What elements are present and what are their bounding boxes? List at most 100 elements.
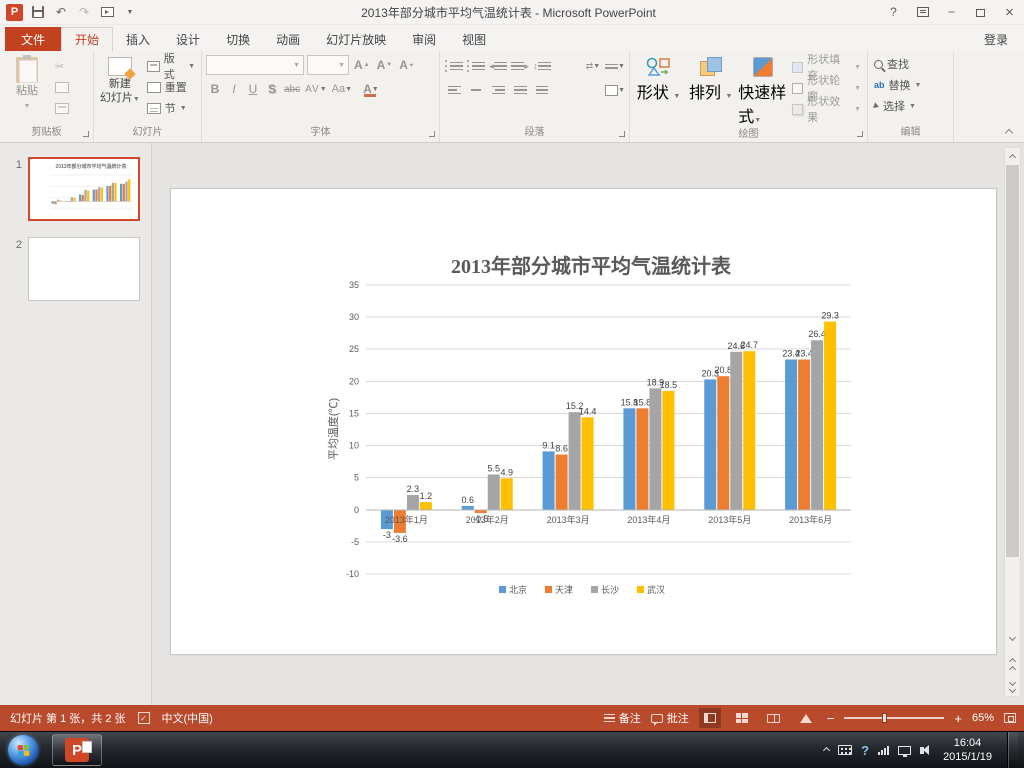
shape-effects-button[interactable]: 形状效果 ▼ [790,96,863,124]
grow-font-button[interactable]: A ▲ [352,55,372,75]
zoom-out-button[interactable]: − [827,712,835,725]
replace-button[interactable]: ab 替换 ▼ [872,76,949,94]
normal-view-button[interactable] [698,708,721,728]
clear-formatting-button[interactable]: A ✦ [397,55,416,75]
bar-武汉-3[interactable] [662,390,675,510]
restore-button[interactable] [966,0,995,24]
bar-武汉-1[interactable] [500,478,513,510]
redo-button[interactable]: ↷ [76,4,92,20]
justify-button[interactable] [510,80,530,100]
line-spacing-button[interactable]: ↕ [532,56,552,76]
slide-thumbnail-2[interactable] [28,237,140,301]
start-button[interactable] [8,735,38,765]
taskbar-clock[interactable]: 16:04 2015/1/19 [937,736,998,765]
bar-天津-5[interactable] [798,359,811,510]
new-slide-button[interactable]: 新建 幻灯片▼ [98,55,142,125]
bar-武汉-2[interactable] [581,417,594,510]
zoom-in-button[interactable]: + [954,712,962,725]
slide-sorter-view-button[interactable] [731,708,753,728]
volume-tray-icon[interactable] [920,744,930,755]
shapes-button[interactable]: 形状 ▼ [634,55,683,127]
shrink-font-button[interactable]: A ▼ [375,55,395,75]
reading-view-button[interactable] [763,708,785,728]
tab-design[interactable]: 设计 [163,27,213,51]
customize-qat-button[interactable]: ▼ [122,4,138,20]
copy-button[interactable] [53,78,71,96]
underline-button[interactable]: U [244,79,262,99]
slide-thumbnail-1[interactable]: 2013年部分城市平均气温统计表 [28,157,140,221]
columns-button[interactable] [532,80,552,100]
save-button[interactable] [30,4,46,20]
tab-file[interactable]: 文件 [5,27,62,51]
bar-长沙-4[interactable] [730,351,743,510]
minimize-button[interactable]: − [937,0,966,24]
bar-长沙-1[interactable] [487,474,500,510]
scroll-down-button[interactable] [1005,631,1020,646]
text-direction-button[interactable]: ⇄ ▼ [583,56,603,76]
taskbar-powerpoint-button[interactable]: P [52,734,102,766]
start-slideshow-button[interactable] [99,4,115,20]
show-desktop-button[interactable] [1007,731,1018,768]
previous-slide-button[interactable] [1005,656,1020,673]
cut-button[interactable]: ✂ [53,57,71,75]
slideshow-view-button[interactable] [795,708,817,728]
signal-tray-icon[interactable] [878,745,890,755]
slide-chart[interactable]: 2013年部分城市平均气温统计表 -10 -5 0 5 10 15 20 25 30 35 平均温度(… [171,189,998,656]
next-slide-button[interactable] [1005,678,1020,694]
section-button[interactable]: 节 ▼ [145,99,197,117]
slide-canvas[interactable]: 2013年部分城市平均气温统计表 -10 -5 0 5 10 15 20 25 30 35 平均温度(… [170,188,997,655]
italic-button[interactable]: I [225,79,243,99]
align-center-button[interactable] [466,80,486,100]
bar-北京-3[interactable] [623,408,636,510]
paragraph-dialog-launcher[interactable] [617,129,627,139]
tab-insert[interactable]: 插入 [113,27,163,51]
language-indicator[interactable]: 中文(中国) [162,710,213,726]
text-shadow-button[interactable]: S [263,79,281,99]
help-tray-icon[interactable]: ? [861,743,869,758]
bar-天津-2[interactable] [555,454,568,510]
keyboard-tray-icon[interactable] [838,745,853,755]
fit-to-window-button[interactable] [1004,713,1016,723]
bar-北京-4[interactable] [704,379,717,510]
help-button[interactable]: ? [879,0,908,24]
convert-smartart-button[interactable]: ▼ [605,80,625,100]
zoom-level[interactable]: 65% [972,712,994,724]
bar-武汉-0[interactable] [419,502,432,510]
find-button[interactable]: 查找 [872,55,949,73]
sign-in-button[interactable]: 登录 [984,27,1024,51]
bold-button[interactable]: B [206,79,224,99]
align-left-button[interactable] [444,80,464,100]
quick-styles-button[interactable]: 快速样式▼ [738,55,787,127]
increase-indent-button[interactable]: ▸ [510,56,530,76]
layout-button[interactable]: 版式 ▼ [145,53,197,81]
tab-home[interactable]: 开始 [61,27,114,51]
align-right-button[interactable] [488,80,508,100]
reset-button[interactable]: 重置 [145,78,197,96]
align-text-button[interactable]: ▼ [605,56,625,76]
close-button[interactable]: × [995,0,1024,24]
scrollbar-thumb[interactable] [1006,165,1019,557]
scroll-up-button[interactable] [1005,148,1020,163]
network-tray-icon[interactable] [898,745,912,757]
bar-武汉-4[interactable] [743,351,756,510]
bar-北京-1[interactable] [461,505,474,510]
font-name-combobox[interactable]: ▼ [206,55,304,75]
spellcheck-icon[interactable]: ✓ [137,712,150,724]
bullets-button[interactable] [444,56,464,76]
decrease-indent-button[interactable]: ◂ [488,56,508,76]
bar-北京-2[interactable] [542,451,555,510]
font-color-button[interactable]: A ▼ [361,79,381,99]
tray-expand-icon[interactable] [823,746,831,755]
tab-animations[interactable]: 动画 [263,27,313,51]
arrange-button[interactable]: 排列 ▼ [686,55,735,127]
vertical-scrollbar[interactable] [1004,147,1021,697]
undo-button[interactable]: ↶ [53,4,69,20]
format-painter-button[interactable] [53,99,71,117]
bar-长沙-5[interactable] [811,340,824,510]
bar-天津-3[interactable] [636,408,649,510]
select-button[interactable]: 选择 ▼ [872,97,949,115]
bar-长沙-3[interactable] [649,388,662,510]
change-case-button[interactable]: Aa ▼ [330,79,354,99]
tab-slideshow[interactable]: 幻灯片放映 [313,27,399,51]
collapse-ribbon-button[interactable] [1005,127,1014,136]
